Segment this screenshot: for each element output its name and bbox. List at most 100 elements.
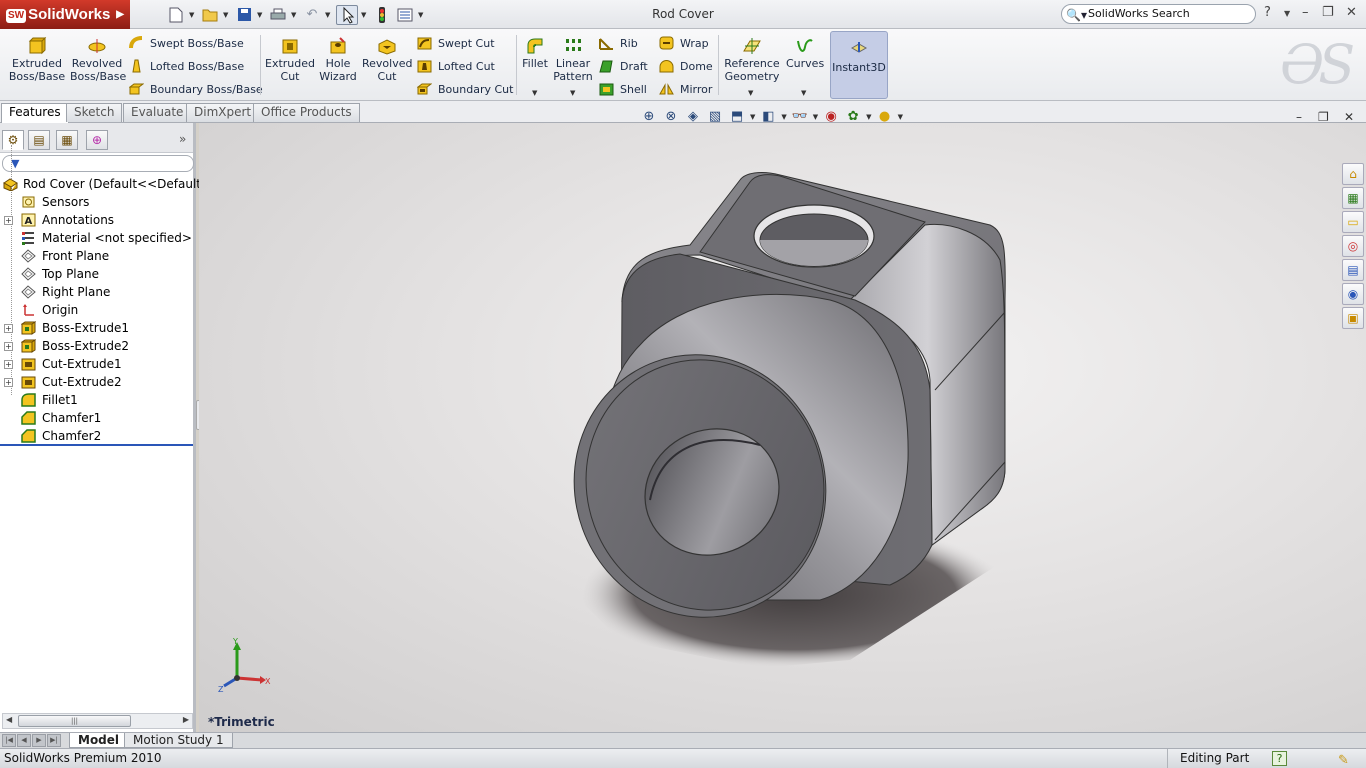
- expand-icon[interactable]: +: [4, 378, 13, 387]
- tree-item-top-plane[interactable]: Top Plane: [0, 265, 193, 283]
- tree-item-cut-extrude1[interactable]: + Cut-Extrude1: [0, 355, 193, 373]
- linear-pattern-button[interactable]: Linear Pattern: [553, 37, 593, 83]
- tree-item-chamfer2[interactable]: Chamfer2: [0, 427, 193, 445]
- apply-scene-icon[interactable]: ✿: [844, 108, 862, 126]
- swept-boss-button[interactable]: Swept Boss/Base: [129, 33, 244, 53]
- revolved-cut-button[interactable]: Revolved Cut: [362, 37, 412, 83]
- dome-button[interactable]: Dome: [659, 56, 713, 76]
- status-help-icon[interactable]: ?: [1272, 751, 1287, 766]
- options-icon[interactable]: [395, 6, 415, 24]
- select-tool-button[interactable]: [336, 4, 358, 25]
- mirror-button[interactable]: Mirror: [659, 79, 712, 99]
- view-palette-icon[interactable]: ▤: [1342, 259, 1364, 281]
- horizontal-scrollbar[interactable]: ◀ ||| ▶: [2, 713, 193, 729]
- tree-item-front-plane[interactable]: Front Plane: [0, 247, 193, 265]
- view-orientation-dropdown-icon[interactable]: ▼: [750, 113, 755, 121]
- tree-item-right-plane[interactable]: Right Plane: [0, 283, 193, 301]
- scroll-thumb[interactable]: |||: [18, 715, 131, 727]
- rod-cover-model[interactable]: [199, 123, 1366, 732]
- design-library-icon[interactable]: ▦: [1342, 187, 1364, 209]
- tree-item-material-not-specified[interactable]: Material <not specified>: [0, 229, 193, 247]
- fillet-button[interactable]: Fillet: [520, 37, 550, 70]
- search-results-icon[interactable]: ◎: [1342, 235, 1364, 257]
- extruded-boss-button[interactable]: Extruded Boss/Base: [8, 37, 66, 83]
- zoom-to-area-icon[interactable]: ⊗: [662, 108, 680, 126]
- reference-geometry-button[interactable]: Reference Geometry: [724, 37, 780, 83]
- select-dropdown-icon[interactable]: ▼: [361, 11, 369, 19]
- print-dropdown-icon[interactable]: ▼: [291, 11, 299, 19]
- appearances-scenes-icon[interactable]: ◉: [1342, 283, 1364, 305]
- revolved-boss-button[interactable]: Revolved Boss/Base: [70, 37, 126, 83]
- graphics-area[interactable]: Y X Z: [199, 123, 1366, 732]
- curves-dropdown-icon[interactable]: ▼: [801, 89, 806, 97]
- search-input[interactable]: 🔍▾ SolidWorks Search: [1061, 4, 1256, 24]
- tab-dimxpert[interactable]: DimXpert: [186, 103, 260, 122]
- rib-button[interactable]: Rib: [599, 33, 638, 53]
- scroll-left-icon[interactable]: ◀: [6, 715, 12, 724]
- view-orientation-icon[interactable]: ⬒: [728, 108, 746, 126]
- section-view-icon[interactable]: ▧: [706, 108, 724, 126]
- display-style-dropdown-icon[interactable]: ▼: [781, 113, 786, 121]
- rollback-bar[interactable]: [0, 444, 193, 446]
- help-dropdown-icon[interactable]: ▼: [1284, 9, 1290, 27]
- tab-office-products[interactable]: Office Products: [253, 103, 360, 122]
- expand-icon[interactable]: +: [4, 342, 13, 351]
- edit-appearance-icon[interactable]: ◉: [822, 108, 840, 126]
- propertymanager-tab-icon[interactable]: ▤: [28, 130, 50, 150]
- zoom-to-fit-icon[interactable]: ⊕: [640, 108, 658, 126]
- swept-cut-button[interactable]: Swept Cut: [417, 33, 495, 53]
- minimize-icon[interactable]: –: [1302, 5, 1309, 23]
- expand-icon[interactable]: +: [4, 216, 13, 225]
- viewport-minimize-icon[interactable]: –: [1296, 110, 1302, 124]
- viewport-restore-icon[interactable]: ❐: [1318, 110, 1329, 124]
- shell-button[interactable]: Shell: [599, 79, 647, 99]
- file-explorer-icon[interactable]: ▭: [1342, 211, 1364, 233]
- tab-sketch[interactable]: Sketch: [66, 103, 123, 122]
- hole-wizard-button[interactable]: Hole Wizard: [318, 37, 358, 83]
- expand-icon[interactable]: +: [4, 360, 13, 369]
- tab-evaluate[interactable]: Evaluate: [123, 103, 192, 122]
- print-icon[interactable]: [268, 6, 288, 24]
- linear-pattern-dropdown-icon[interactable]: ▼: [570, 89, 575, 97]
- tree-item-chamfer1[interactable]: Chamfer1: [0, 409, 193, 427]
- expand-icon[interactable]: +: [4, 324, 13, 333]
- tree-filter-input[interactable]: ▼: [2, 155, 194, 172]
- lofted-boss-button[interactable]: Lofted Boss/Base: [129, 56, 244, 76]
- featuremanager-tab-icon[interactable]: ⚙: [2, 130, 24, 150]
- previous-view-icon[interactable]: ◈: [684, 108, 702, 126]
- next-tab-icon[interactable]: ▶: [32, 734, 46, 747]
- help-button[interactable]: ?: [1264, 5, 1271, 23]
- reference-geometry-dropdown-icon[interactable]: ▼: [748, 89, 753, 97]
- status-notes-icon[interactable]: ✎: [1338, 751, 1349, 768]
- tab-motion-study-1[interactable]: Motion Study 1: [124, 733, 233, 748]
- solidworks-resources-icon[interactable]: ⌂: [1342, 163, 1364, 185]
- view-settings-icon[interactable]: ●: [876, 108, 894, 126]
- hide-show-items-icon[interactable]: 👓: [791, 108, 809, 126]
- instant3d-button[interactable]: Instant3D: [830, 31, 888, 99]
- configurationmanager-tab-icon[interactable]: ▦: [56, 130, 78, 150]
- scene-dropdown-icon[interactable]: ▼: [866, 113, 871, 121]
- extruded-cut-button[interactable]: Extruded Cut: [264, 37, 316, 83]
- tree-item-fillet1[interactable]: Fillet1: [0, 391, 193, 409]
- viewport-close-icon[interactable]: ✕: [1344, 110, 1354, 124]
- tree-item-annotations[interactable]: + A Annotations: [0, 211, 193, 229]
- scroll-right-icon[interactable]: ▶: [183, 715, 189, 724]
- curves-button[interactable]: Curves: [786, 37, 824, 70]
- draft-button[interactable]: Draft: [599, 56, 648, 76]
- tree-item-sensors[interactable]: Sensors: [0, 193, 193, 211]
- undo-dropdown-icon[interactable]: ▼: [325, 11, 333, 19]
- tree-item-boss-extrude1[interactable]: + Boss-Extrude1: [0, 319, 193, 337]
- restore-icon[interactable]: ❐: [1322, 5, 1334, 23]
- view-settings-dropdown-icon[interactable]: ▼: [898, 113, 903, 121]
- new-document-icon[interactable]: [166, 6, 186, 24]
- rebuild-icon[interactable]: [372, 6, 392, 24]
- undo-icon[interactable]: ↶: [302, 6, 322, 24]
- tree-item-origin[interactable]: Origin: [0, 301, 193, 319]
- solidworks-menu-button[interactable]: SW SolidWorks ▶: [0, 0, 130, 29]
- save-icon[interactable]: [234, 6, 254, 24]
- expand-panel-icon[interactable]: »: [179, 132, 186, 146]
- tree-item-boss-extrude2[interactable]: + Boss-Extrude2: [0, 337, 193, 355]
- open-dropdown-icon[interactable]: ▼: [223, 11, 231, 19]
- last-tab-icon[interactable]: ▶|: [47, 734, 61, 747]
- dimxpertmanager-tab-icon[interactable]: ⊕: [86, 130, 108, 150]
